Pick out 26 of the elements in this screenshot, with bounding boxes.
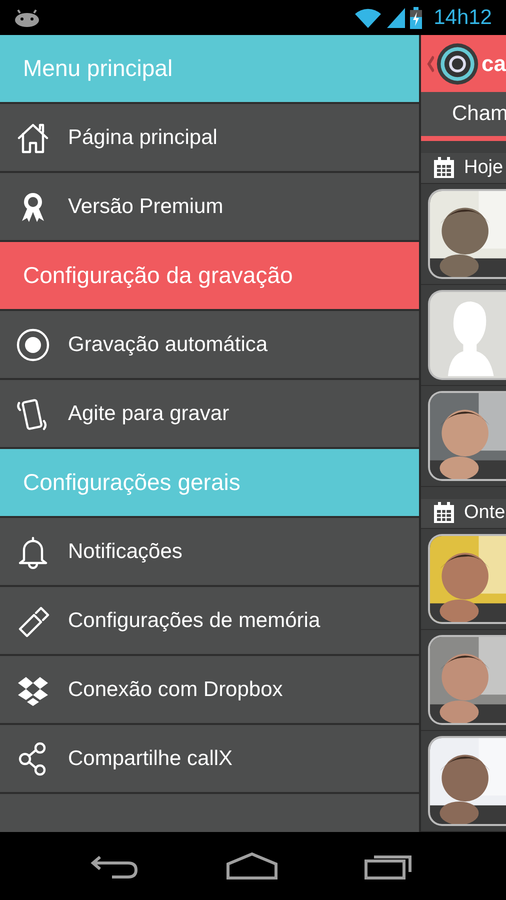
battery-icon: [410, 6, 422, 28]
menu-item[interactable]: Página principal: [0, 104, 419, 173]
wifi-icon: [354, 6, 382, 28]
bell-icon: [16, 534, 50, 568]
menu-item[interactable]: Notificações: [0, 518, 419, 587]
section-header: Configuração da gravação: [0, 242, 419, 311]
section-header: Configurações gerais: [0, 449, 419, 518]
back-icon: [90, 853, 140, 879]
section-header: Menu principal: [0, 35, 419, 104]
clock: 14h12: [434, 4, 492, 31]
app-title: ca: [482, 50, 506, 78]
default-avatar-icon: [428, 290, 506, 380]
menu-item[interactable]: Gravação automática: [0, 311, 419, 380]
date-header: Onte: [464, 501, 506, 526]
back-chevron-icon: [427, 54, 434, 74]
record-logo-icon: [436, 40, 480, 87]
date-header: Hoje: [464, 156, 504, 180]
android-icon: [14, 8, 40, 26]
calendar-icon: [433, 156, 455, 179]
menu-item[interactable]: Compartilhe callX: [0, 725, 419, 794]
home-icon: [224, 852, 279, 880]
menu-item[interactable]: Conexão com Dropbox: [0, 656, 419, 725]
signal-icon: [386, 6, 406, 28]
radio-button-icon: [16, 328, 50, 362]
menu-item[interactable]: Configurações de memória: [0, 587, 419, 656]
calendar-icon: [433, 502, 455, 524]
